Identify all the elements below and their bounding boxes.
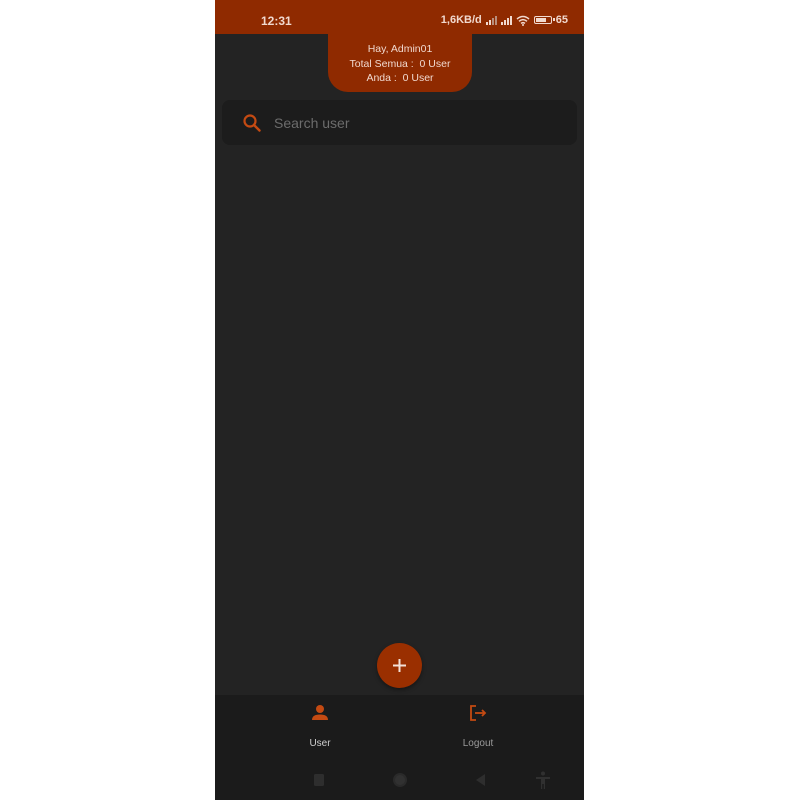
status-time: 12:31 — [261, 14, 292, 28]
own-users-text: Anda : 0 User — [366, 72, 434, 84]
signal-icon — [500, 15, 512, 25]
battery-percent: 65 — [555, 14, 568, 26]
total-users-text: Total Semua : 0 User — [349, 57, 451, 70]
logout-icon — [470, 705, 487, 721]
nav-item-logout[interactable]: Logout — [438, 703, 518, 753]
phone-screen: 12:31 1,6KB/d 65 Hay, Admin01 Total Semu… — [215, 0, 584, 800]
recents-icon[interactable] — [309, 770, 329, 790]
signal-icon — [485, 15, 497, 25]
search-input[interactable] — [274, 100, 564, 145]
greeting-text: Hay, Admin01 — [367, 43, 433, 55]
person-icon — [312, 705, 328, 720]
plus-icon — [393, 659, 406, 672]
add-user-button[interactable] — [377, 643, 422, 688]
accessibility-icon[interactable] — [533, 770, 553, 790]
battery-icon — [533, 16, 555, 24]
nav-label-logout: Logout — [462, 738, 494, 749]
back-icon[interactable] — [471, 770, 491, 790]
data-rate: 1,6KB/d — [440, 14, 482, 26]
system-navigation-bar — [215, 760, 584, 800]
search-icon — [243, 114, 261, 132]
wifi-icon — [516, 15, 530, 26]
nav-item-user[interactable]: User — [280, 703, 360, 753]
status-icons: 1,6KB/d 65 — [441, 14, 568, 26]
home-icon[interactable] — [390, 770, 410, 790]
search-bar[interactable] — [222, 100, 577, 145]
status-bar: 12:31 1,6KB/d 65 — [215, 0, 584, 34]
bottom-navigation: User Logout — [215, 695, 584, 760]
nav-label-user: User — [309, 738, 331, 749]
user-summary-header: Hay, Admin01 Total Semua : 0 User Anda :… — [328, 34, 472, 92]
